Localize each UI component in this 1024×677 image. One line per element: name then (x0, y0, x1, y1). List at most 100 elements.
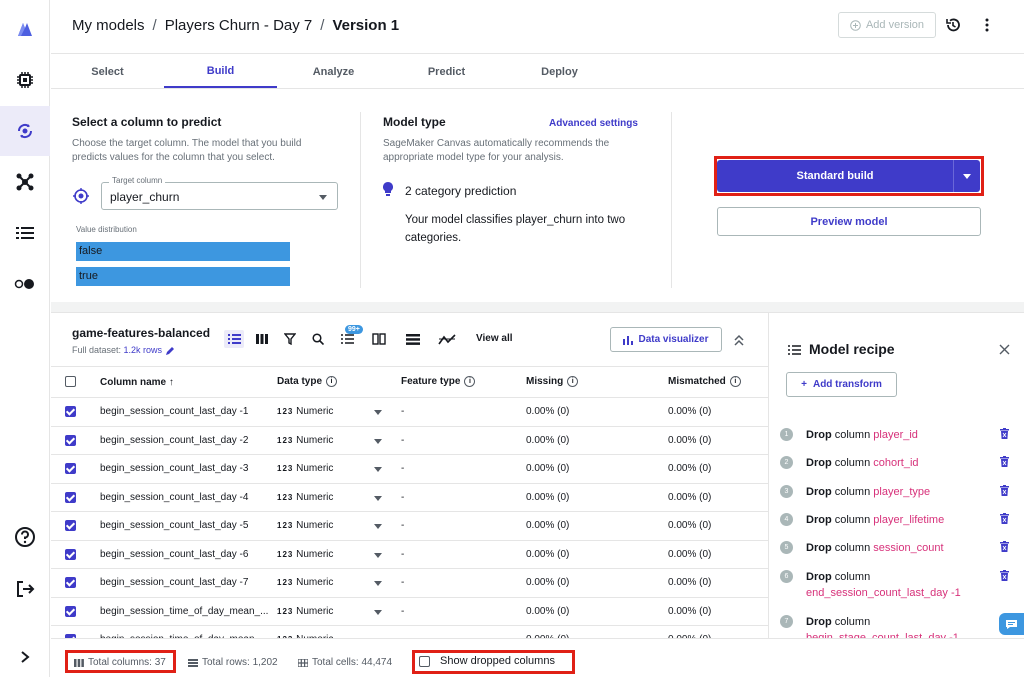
trash-icon[interactable] (1000, 428, 1009, 442)
table-row[interactable]: begin_session_count_last_day -5 123 Numer… (51, 511, 768, 541)
standard-build-button[interactable]: Standard build (717, 160, 980, 192)
add-version-button[interactable]: Add version (838, 12, 936, 38)
column-name-cell: begin_session_count_last_day -4 (100, 483, 277, 512)
standard-build-label[interactable]: Standard build (717, 160, 953, 192)
divider (671, 112, 672, 288)
data-type-cell[interactable]: 123 Numeric (277, 426, 401, 455)
logout-icon[interactable] (0, 564, 50, 614)
search-icon[interactable] (308, 330, 328, 348)
help-icon[interactable] (0, 512, 50, 562)
trend-icon[interactable] (437, 330, 457, 348)
add-transform-button[interactable]: + Add transform (786, 372, 897, 397)
section-separator (51, 302, 1024, 312)
select-all-checkbox[interactable] (51, 366, 100, 398)
view-all-button[interactable]: View all (476, 333, 513, 344)
table-row[interactable]: begin_session_count_last_day -4 123 Numer… (51, 483, 768, 512)
target-icon (73, 188, 89, 209)
recipe-title: Model recipe (809, 341, 895, 357)
tab-predict[interactable]: Predict (390, 55, 503, 88)
row-checkbox[interactable] (51, 568, 100, 598)
tab-select[interactable]: Select (51, 55, 164, 88)
data-visualizer-button[interactable]: Data visualizer (610, 327, 722, 352)
missing-cell: 0.00% (0) (526, 540, 668, 569)
chevron-down-icon (963, 173, 971, 179)
mismatched-cell: 0.00% (0) (668, 597, 768, 626)
row-checkbox[interactable] (51, 511, 100, 541)
data-type-cell[interactable]: 123 Numeric (277, 511, 401, 541)
row-checkbox[interactable] (51, 454, 100, 484)
canvas-logo-icon[interactable] (0, 4, 50, 54)
trash-icon[interactable] (1000, 513, 1009, 527)
row-checkbox[interactable] (51, 540, 100, 569)
pencil-icon[interactable] (165, 346, 175, 356)
tab-build[interactable]: Build (164, 55, 277, 88)
trash-icon[interactable] (1000, 541, 1009, 555)
feature-type-cell: - (401, 454, 526, 484)
breadcrumb: My models / Players Churn - Day 7 / Vers… (72, 17, 400, 34)
row-checkbox[interactable] (51, 426, 100, 455)
chat-icon[interactable] (999, 613, 1024, 635)
table-row[interactable]: begin_session_count_last_day -3 123 Numer… (51, 454, 768, 484)
close-icon[interactable] (999, 342, 1010, 360)
data-type-cell[interactable]: 123 Numeric (277, 483, 401, 512)
tab-analyze[interactable]: Analyze (277, 55, 390, 88)
info-icon[interactable]: i (464, 376, 476, 388)
columns-icon[interactable] (369, 330, 389, 348)
row-checkbox[interactable] (51, 397, 100, 427)
rows-icon[interactable] (403, 330, 423, 348)
step-text: Drop column begin_stage_count_last_day -… (806, 614, 996, 638)
list-icon[interactable] (0, 208, 50, 258)
dataset-rows-link[interactable]: 1.2k rows (124, 345, 163, 355)
collapse-icon[interactable] (734, 333, 744, 351)
grid-view-icon[interactable] (252, 330, 272, 348)
models-icon[interactable] (0, 106, 50, 156)
data-type-cell[interactable]: 123 Numeric (277, 540, 401, 569)
breadcrumb-model[interactable]: Players Churn - Day 7 (165, 17, 313, 34)
column-name-header[interactable]: Column name ↑ (100, 366, 277, 398)
plus-icon: + (801, 379, 807, 390)
table-row[interactable]: begin_session_time_of_day_mean_...123 Nu… (51, 597, 768, 626)
chevron-down-icon (374, 581, 382, 586)
data-type-cell[interactable]: 123 Numeric (277, 397, 401, 427)
info-icon[interactable]: i (729, 376, 741, 388)
breadcrumb-my-models[interactable]: My models (72, 17, 145, 34)
expand-icon[interactable] (0, 632, 50, 677)
table-row[interactable]: begin_session_count_last_day -2 123 Numer… (51, 426, 768, 455)
predict-description: Choose the target column. The model that… (72, 138, 302, 163)
dataset-columns-grid: game-features-balanced Full dataset: 1.2… (51, 312, 768, 655)
toggle-icon[interactable] (0, 259, 50, 309)
row-checkbox[interactable] (51, 597, 100, 626)
target-column-select[interactable]: Target column player_churn (101, 176, 338, 210)
column-name-cell: begin_session_time_of_day_mean_... (100, 597, 277, 626)
table-row[interactable]: begin_session_count_last_day -7 123 Numer… (51, 568, 768, 598)
data-type-cell[interactable]: 123 Numeric (277, 568, 401, 598)
table-row[interactable]: begin_session_count_last_day -1 123 Numer… (51, 397, 768, 427)
build-options-dropdown[interactable] (953, 160, 980, 192)
build-settings-panel: Select a column to predict Choose the ta… (51, 90, 1024, 312)
show-dropped-toggle[interactable]: Show dropped columns (419, 655, 555, 667)
chip-icon[interactable] (0, 55, 50, 105)
show-dropped-checkbox[interactable] (419, 655, 430, 667)
preview-model-button[interactable]: Preview model (717, 207, 981, 236)
info-icon[interactable]: i (326, 376, 338, 388)
history-icon[interactable] (943, 15, 963, 35)
trash-icon[interactable] (1000, 485, 1009, 499)
mismatched-header: Mismatched i (668, 366, 768, 398)
trash-icon[interactable] (1000, 570, 1009, 584)
info-icon[interactable]: i (567, 376, 579, 388)
more-icon[interactable] (977, 15, 997, 35)
step-number: 5 (780, 541, 793, 554)
trash-icon[interactable] (1000, 456, 1009, 470)
filter-icon[interactable] (280, 330, 300, 348)
nodes-icon[interactable] (0, 157, 50, 207)
step-column: player_id (873, 429, 918, 441)
table-row[interactable]: begin_session_count_last_day -6 123 Numer… (51, 540, 768, 569)
advanced-settings-link[interactable]: Advanced settings (549, 118, 638, 129)
list-view-icon[interactable] (224, 330, 244, 348)
row-checkbox[interactable] (51, 483, 100, 512)
column-name-cell: begin_session_count_last_day -2 (100, 426, 277, 455)
data-type-cell[interactable]: 123 Numeric (277, 454, 401, 484)
divider (360, 112, 361, 288)
tab-deploy[interactable]: Deploy (503, 55, 616, 88)
data-type-cell[interactable]: 123 Numeric (277, 597, 401, 626)
